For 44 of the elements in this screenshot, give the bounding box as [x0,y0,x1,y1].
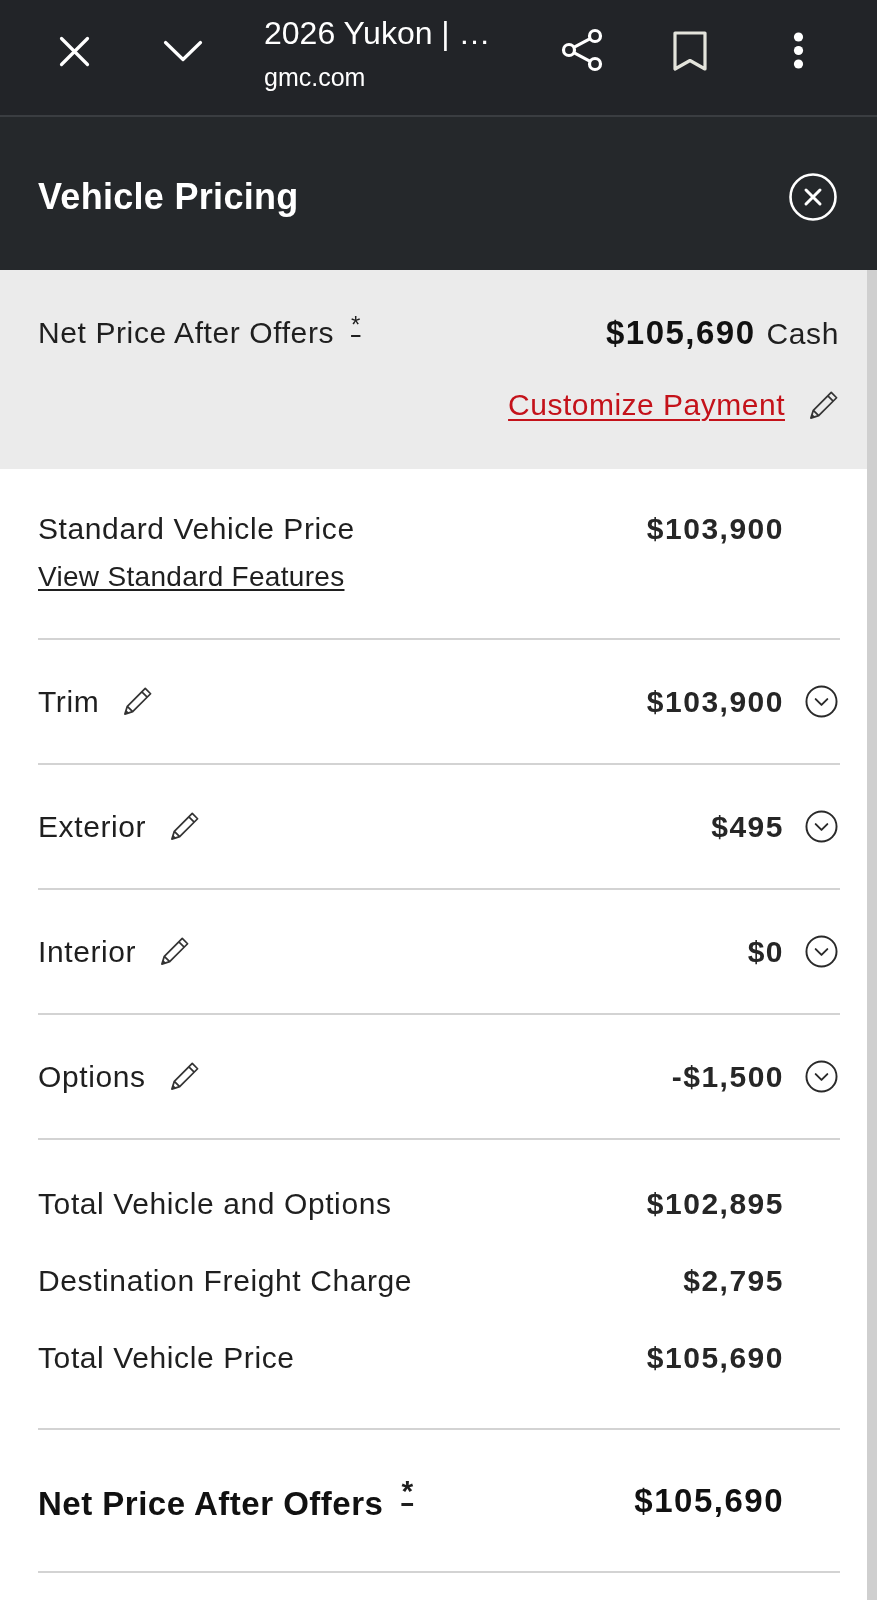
page-domain: gmc.com [264,62,366,92]
page-title: 2026 Yukon | … [264,14,491,52]
item-label: Exterior [38,808,147,845]
pencil-icon[interactable] [122,686,154,717]
item-label: Interior [38,933,137,970]
item-amount: $495 [711,808,784,845]
item-amount: -$1,500 [671,1058,784,1095]
total-label: Destination Freight Charge [38,1263,413,1299]
pencil-icon[interactable] [808,389,839,421]
footnote-link[interactable]: * [401,1476,414,1506]
close-icon[interactable] [789,172,837,221]
chevron-circle-icon[interactable] [805,935,838,968]
item-amount: $0 [747,933,784,970]
bookmark-icon[interactable] [673,31,707,71]
item-amount: $103,900 [646,683,784,720]
item-label: Options [38,1058,146,1095]
pencil-icon[interactable] [169,811,201,842]
panel-title: Vehicle Pricing [38,174,299,219]
item-label: Trim [38,683,100,720]
total-amount: $2,795 [683,1263,784,1299]
total-amount: $102,895 [646,1186,784,1222]
summary-amount: $105,690 [605,313,756,351]
summary-label: Net Price After Offers [38,316,335,349]
chevron-circle-icon[interactable] [805,1060,838,1093]
customize-payment-link[interactable]: Customize Payment [508,385,785,425]
total-label: Total Vehicle and Options [38,1186,392,1222]
chevron-circle-icon[interactable] [805,810,838,843]
footnote-link[interactable]: * [351,313,361,337]
net-price-label: Net Price After Offers [38,1485,384,1522]
price-amount: $103,900 [646,511,784,547]
chevron-circle-icon[interactable] [805,685,838,718]
chevron-down-icon[interactable] [163,40,203,62]
scrollbar[interactable] [867,270,877,1600]
price-label: Standard Vehicle Price [38,511,355,547]
total-amount: $105,690 [646,1340,784,1376]
total-label: Total Vehicle Price [38,1340,295,1376]
close-icon[interactable] [59,36,90,67]
net-price-amount: $105,690 [634,1481,784,1521]
pencil-icon[interactable] [168,1061,200,1092]
view-features-link[interactable]: View Standard Features [38,560,345,594]
payment-type: Cash [766,316,839,350]
share-icon[interactable] [561,28,603,72]
more-icon[interactable] [793,32,804,69]
pencil-icon[interactable] [159,936,191,967]
